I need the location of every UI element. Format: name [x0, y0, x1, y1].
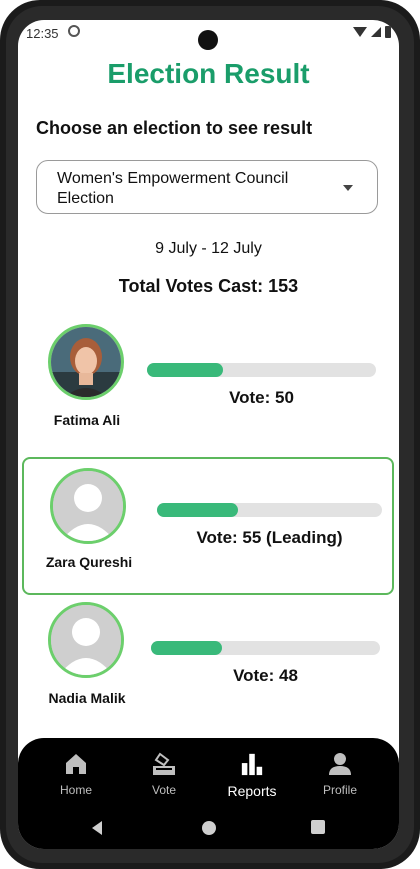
status-time: 12:35	[26, 26, 59, 41]
wifi-icon	[353, 27, 367, 37]
front-camera	[198, 30, 218, 50]
nav-reports-label: Reports	[227, 783, 277, 799]
nav-profile-label: Profile	[322, 783, 357, 797]
total-votes: Total Votes Cast: 153	[118, 276, 299, 296]
election-dropdown[interactable]: Women's Empowerment Council Election	[36, 160, 378, 214]
candidate-name: Fatima Ali	[53, 412, 121, 428]
candidate-name: Zara Qureshi	[45, 554, 133, 570]
nav-vote[interactable]: Vote	[129, 752, 199, 797]
home-icon	[66, 754, 86, 774]
battery-icon	[385, 26, 391, 38]
vote-bar-fill	[147, 363, 223, 377]
candidate-card: Fatima Ali Vote: 50	[22, 320, 394, 435]
sync-icon	[68, 25, 80, 37]
vote-count: Vote: 48	[233, 666, 298, 685]
caret-down-icon	[343, 185, 353, 191]
vote-bar-fill	[151, 641, 222, 655]
recents-icon[interactable]	[311, 820, 325, 834]
election-dropdown-value: Women's Empowerment Council Election	[57, 170, 289, 207]
candidate-photo	[48, 602, 124, 678]
nav-home-label: Home	[59, 783, 92, 797]
vote-count: Vote: 50	[229, 388, 294, 407]
home-circle-icon[interactable]	[201, 820, 217, 836]
bar-chart-icon	[241, 753, 263, 776]
vote-bar	[157, 503, 382, 517]
status-icons	[353, 26, 391, 38]
ballot-icon	[153, 752, 175, 775]
candidate-name: Nadia Malik	[48, 690, 126, 706]
vote-bar	[151, 641, 380, 655]
candidate-photo	[50, 468, 126, 544]
vote-bar	[147, 363, 376, 377]
nav-reports[interactable]: Reports	[217, 752, 287, 799]
election-dates: 9 July - 12 July	[155, 240, 262, 257]
bottom-nav: Home Vote Reports Profile	[18, 738, 399, 849]
signal-icon	[371, 27, 381, 37]
page-title: Election Result	[107, 58, 310, 89]
nav-home[interactable]: Home	[41, 752, 111, 797]
vote-count: Vote: 55 (Leading)	[196, 528, 343, 547]
vote-bar-fill	[157, 503, 238, 517]
back-icon[interactable]	[90, 820, 104, 836]
person-icon	[329, 753, 351, 775]
page-subtitle: Choose an election to see result	[36, 118, 313, 138]
candidate-card-leading: Zara Qureshi Vote: 55 (Leading)	[22, 457, 394, 595]
candidate-card: Nadia Malik Vote: 48	[22, 600, 394, 715]
nav-vote-label: Vote	[151, 783, 177, 797]
candidate-photo	[48, 324, 124, 400]
phone-frame: 12:35 Election Result Choose an election…	[0, 0, 420, 869]
screen: 12:35 Election Result Choose an election…	[18, 20, 399, 849]
nav-profile[interactable]: Profile	[305, 752, 375, 797]
